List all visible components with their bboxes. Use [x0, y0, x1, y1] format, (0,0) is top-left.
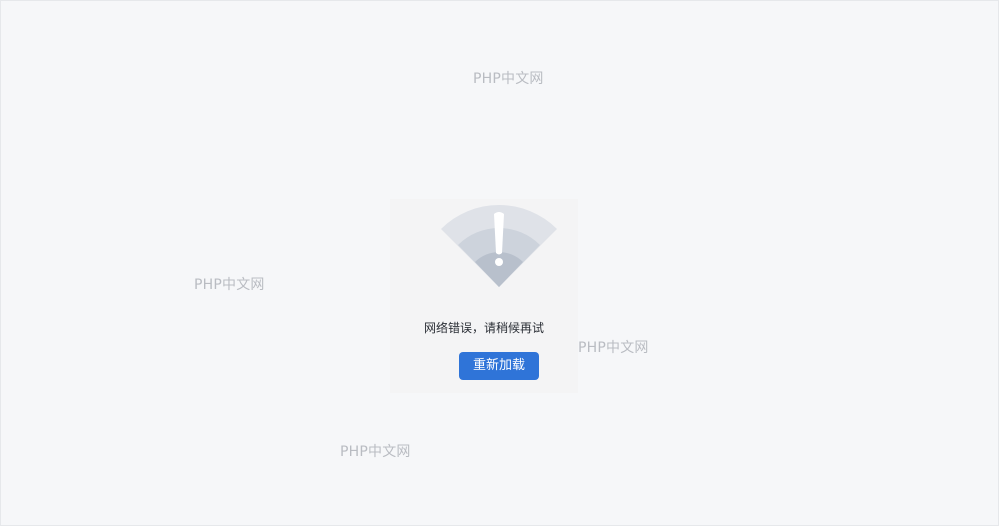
watermark: PHP中文网: [340, 444, 411, 460]
network-error-panel: 网络错误，请稍候再试 重新加载: [390, 199, 578, 393]
error-message: 网络错误，请稍候再试: [423, 321, 544, 335]
watermark: PHP中文网: [473, 71, 544, 87]
watermark: PHP中文网: [578, 340, 649, 356]
reload-button[interactable]: 重新加载: [459, 352, 539, 380]
watermark: PHP中文网: [194, 277, 265, 293]
error-page: PHP中文网 PHP中文网 PHP中文网 PHP中文网 网络错误，请稍候再试 重…: [0, 0, 999, 526]
wifi-warning-icon: [441, 204, 557, 287]
